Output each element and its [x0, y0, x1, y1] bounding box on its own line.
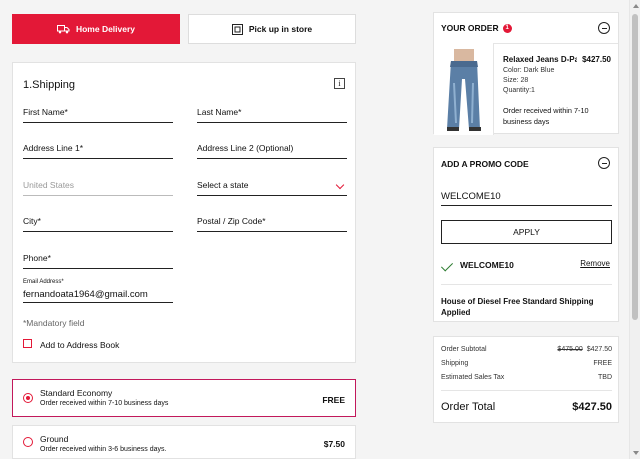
subtotal-value: $427.50 [586, 346, 612, 353]
tax-value: TBD [598, 374, 612, 381]
subtotal-label: Order Subtotal [441, 346, 487, 353]
product-price: $427.50 [582, 55, 611, 64]
promo-title: ADD A PROMO CODE [441, 159, 529, 169]
collapse-icon[interactable] [598, 22, 610, 34]
pickup-in-store-button[interactable]: Pick up in store [188, 14, 356, 44]
last-name-field[interactable]: Last Name* [197, 107, 347, 123]
item-count-badge: 1 [502, 23, 512, 33]
product-size: Size: 28 [503, 77, 529, 84]
postal-code-field[interactable]: Postal / Zip Code* [197, 216, 347, 232]
pickup-in-store-label: Pick up in store [248, 24, 313, 34]
email-label: Email Address* [23, 279, 64, 285]
address-book-checkbox[interactable] [23, 339, 32, 348]
shipping-value: FREE [593, 360, 612, 367]
divider [441, 390, 612, 391]
remove-promo-link[interactable]: Remove [580, 259, 610, 268]
product-image [434, 43, 494, 135]
city-label: City* [23, 216, 41, 226]
shipping-label: Shipping [441, 360, 469, 367]
last-name-label: Last Name* [197, 107, 242, 117]
radio-unselected[interactable] [23, 437, 33, 447]
order-total-value: $427.50 [572, 401, 612, 413]
country-value: United States [23, 180, 75, 190]
order-header: YOUR ORDER 1 [441, 23, 512, 33]
product-color: Color: Dark Blue [503, 67, 555, 74]
option-description: Order received within 3-6 business days. [40, 446, 167, 453]
product-name[interactable]: Relaxed Jeans D-Pan [503, 55, 577, 64]
phone-label: Phone* [23, 253, 51, 263]
option-name: Ground [40, 434, 69, 444]
subtotal-row: Order Subtotal $475.00 $427.50 [441, 346, 612, 353]
address-line-1-label: Address Line 1* [23, 143, 84, 153]
email-field[interactable]: fernandoata1964@gmail.com [23, 289, 173, 303]
product-quantity: Quantity:1 [503, 87, 535, 94]
city-field[interactable]: City* [23, 216, 173, 232]
order-totals-card: Order Subtotal $475.00 $427.50 Shipping … [433, 336, 619, 423]
applied-promo-code: WELCOME10 [460, 260, 514, 270]
state-select[interactable]: Select a state [197, 180, 347, 196]
mandatory-note: *Mandatory field [23, 318, 85, 328]
phone-field[interactable]: Phone* [23, 253, 173, 269]
home-delivery-button[interactable]: Home Delivery [12, 14, 180, 44]
check-icon [440, 259, 454, 272]
shipping-option-ground[interactable]: Ground Order received within 3-6 busines… [12, 425, 356, 459]
truck-icon [56, 24, 70, 33]
order-total-row: Order Total $427.50 [441, 401, 612, 413]
country-field: United States [23, 180, 173, 196]
radio-selected[interactable] [23, 393, 33, 403]
promo-code-input[interactable]: WELCOME10 [441, 191, 612, 206]
address-line-2-field[interactable]: Address Line 2 (Optional) [197, 143, 347, 159]
shipping-section-title: 1.Shipping [23, 79, 75, 91]
chevron-down-icon [335, 180, 345, 190]
first-name-field[interactable]: First Name* [23, 107, 173, 123]
postal-code-label: Postal / Zip Code* [197, 216, 266, 226]
tax-label: Estimated Sales Tax [441, 374, 505, 381]
info-icon[interactable]: i [334, 78, 345, 89]
option-price: $7.50 [323, 439, 345, 449]
shipping-form: 1.Shipping i First Name* Last Name* Addr… [12, 62, 356, 363]
tax-row: Estimated Sales Tax TBD [441, 374, 612, 381]
order-title: YOUR ORDER [441, 23, 499, 33]
divider [441, 284, 612, 285]
address-line-2-label: Address Line 2 (Optional) [197, 143, 294, 153]
delivery-note: Order received within 7-10 business days [503, 106, 589, 126]
scroll-up-arrow-icon[interactable] [633, 4, 639, 8]
address-book-label[interactable]: Add to Address Book [40, 340, 119, 350]
apply-button[interactable]: APPLY [441, 220, 612, 244]
collapse-icon[interactable] [598, 157, 610, 169]
scroll-down-arrow-icon[interactable] [633, 451, 639, 455]
option-description: Order received within 7-10 business days [40, 400, 169, 407]
shipping-promo-message: House of Diesel Free Standard Shipping A… [441, 297, 594, 317]
option-price: FREE [322, 395, 345, 405]
store-icon [231, 23, 243, 35]
shipping-row: Shipping FREE [441, 360, 612, 367]
order-total-label: Order Total [441, 401, 496, 413]
home-delivery-label: Home Delivery [75, 24, 136, 34]
state-select-value: Select a state [197, 180, 249, 190]
subtotal-original-price: $475.00 [557, 346, 583, 353]
address-line-1-field[interactable]: Address Line 1* [23, 143, 173, 159]
promo-code-card: ADD A PROMO CODE WELCOME10 APPLY WELCOME… [433, 147, 619, 322]
first-name-label: First Name* [23, 107, 68, 117]
option-name: Standard Economy [40, 388, 113, 398]
shipping-option-standard[interactable]: Standard Economy Order received within 7… [12, 379, 356, 417]
order-summary-card: YOUR ORDER 1 Relaxed Jeans D-Pan $427.50… [433, 12, 619, 135]
scrollbar-thumb[interactable] [632, 14, 638, 320]
page-scrollbar[interactable] [629, 0, 640, 459]
